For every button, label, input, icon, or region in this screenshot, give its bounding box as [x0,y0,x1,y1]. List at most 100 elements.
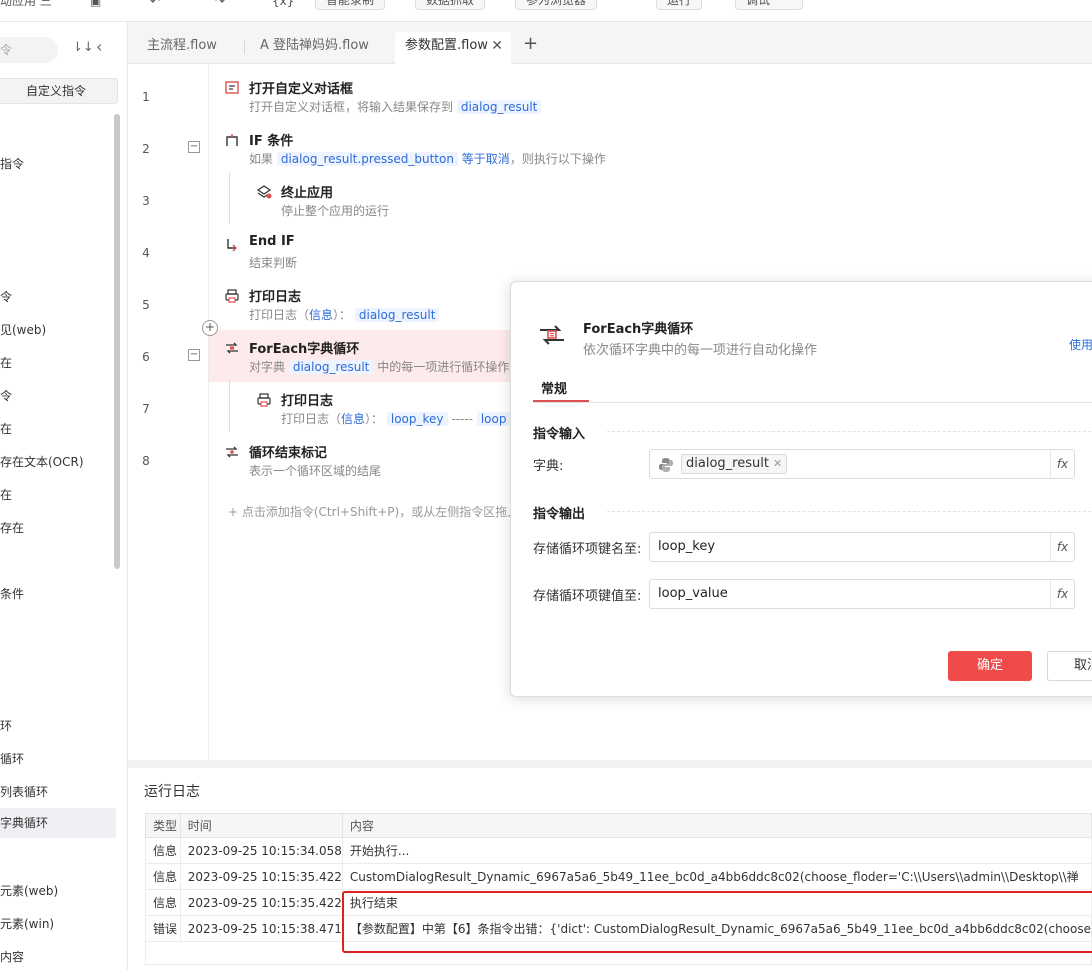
indent-guide [229,380,230,432]
fx-expression-icon[interactable]: fx [1050,450,1074,478]
command-item[interactable]: 元素(web) [0,882,58,899]
desc-text: ）： [333,308,352,322]
scrollbar[interactable] [114,114,120,569]
app-title-fragment: 动应用 三 [0,0,52,8]
command-item[interactable]: 列表循环 [0,783,48,800]
debug-button[interactable]: 调试 [735,0,803,10]
command-item[interactable]: 元素(win) [0,915,54,932]
desc-text: 打印日志（ [249,308,310,322]
desc-text: ）： [365,412,384,426]
command-title[interactable]: 打印日志 [281,390,333,409]
variable-tag[interactable]: dialog_result [354,308,440,322]
table-row[interactable]: 信息 2023-09-25 10:15:35.422 CustomDialogR… [145,863,1092,890]
variable-tag[interactable]: dialog_result [456,100,542,114]
command-item[interactable]: 指令 [0,155,24,172]
add-command-hint[interactable]: + 点击添加指令(Ctrl+Shift+P)，或从左侧指令区拖入 [228,503,519,520]
command-title[interactable]: 打印日志 [249,286,301,305]
command-item[interactable]: 令 [0,387,12,404]
command-item[interactable]: 环 [0,717,12,734]
foreach-config-dialog: ForEach字典循环 依次循环字典中的每一项进行自动化操作 使用 常规 指令输… [510,281,1092,697]
line-number: 1 [142,90,150,104]
python-icon [659,458,673,472]
redo-icon[interactable]: ↷ [215,0,225,12]
dict-label: 字典: [533,459,564,474]
column-header-time[interactable]: 时间 [179,813,343,838]
command-item[interactable]: 存在文本(OCR) [0,453,84,470]
command-item[interactable]: 在 [0,486,12,503]
variable-tag[interactable]: dialog_result.pressed_button [276,152,458,166]
column-header-type[interactable]: 类型 [145,813,181,838]
help-link[interactable]: 使用 [1069,336,1092,353]
variable-tag[interactable]: dialog_result [288,360,374,374]
command-item[interactable]: 在 [0,354,12,371]
tab-separator [244,40,245,54]
command-title[interactable]: 终止应用 [281,182,333,201]
tab-general[interactable]: 常规 [541,378,567,397]
file-tabs: 主流程.flow A 登陆禅妈妈.flow 参数配置.flow ✕ + [128,22,1092,64]
command-title[interactable]: End IF [249,234,295,249]
smart-record-button[interactable]: 智能录制 [315,0,386,10]
confirm-button[interactable]: 确定 [948,651,1032,681]
log-time: 2023-09-25 10:15:35.422 [179,863,343,890]
save-icon[interactable]: ▣ [90,0,101,12]
undo-icon[interactable]: ↶ [150,0,160,12]
command-title[interactable]: ForEach字典循环 [249,338,359,357]
command-desc: 停止整个应用的运行 [281,204,390,218]
add-command-icon[interactable]: + [202,320,218,336]
dict-input[interactable]: dialog_result ✕ fx [649,449,1075,479]
fold-toggle-icon[interactable]: − [188,349,200,361]
command-item[interactable]: 内容 [0,948,24,965]
fx-expression-icon[interactable]: fx [1050,580,1074,608]
line-number: 8 [142,454,150,468]
cancel-button[interactable]: 取消 [1047,651,1092,681]
sort-icon[interactable]: ⇂↓ [72,40,94,55]
variable-tag[interactable]: loop [476,412,511,426]
fold-toggle-icon[interactable]: − [188,141,200,153]
command-item[interactable]: 在 [0,420,12,437]
tab-main-flow[interactable]: 主流程.flow [147,34,217,64]
level-text: 信息 [341,412,366,426]
data-scrape-button[interactable]: 数据抓取 [415,0,486,10]
loop-key-value: loop_key [658,539,716,554]
command-item[interactable]: 循环 [0,750,24,767]
run-button[interactable]: 运行 [656,0,703,10]
command-item[interactable]: 令 [0,288,12,305]
level-text: 信息 [309,308,334,322]
command-item[interactable]: 见(web) [0,321,46,338]
add-tab-icon[interactable]: + [523,33,538,54]
dialog-icon [225,81,239,94]
line-number: 7 [142,402,150,416]
command-title[interactable]: 打开自定义对话框 [249,78,353,97]
loop-value-input[interactable]: loop_value fx [649,579,1075,609]
fx-expression-icon[interactable]: fx [1050,533,1074,561]
desc-text: ----- [451,412,473,426]
top-toolbar: 动应用 三 ▣ ↶ ↷ {x} 智能录制 数据抓取 参为浏览器 运行 调试 [0,0,1092,22]
command-title[interactable]: 循环结束标记 [249,442,327,461]
command-desc: 打开自定义对话框，将输入结果保存到 dialog_result [249,98,542,115]
custom-command-button[interactable]: 自定义指令 [0,78,118,104]
collapse-panel-icon[interactable]: ‹ [96,37,102,56]
tab-param-config-flow[interactable]: 参数配置.flow ✕ [395,32,511,64]
desc-text: 打开自定义对话框，将输入结果保存到 [249,100,454,114]
command-title[interactable]: IF 条件 [249,130,293,149]
output-section-title: 指令输出 [533,507,586,522]
browser-button[interactable]: 参为浏览器 [515,0,598,10]
desc-text: 打印日志（ [281,412,342,426]
loop-key-input[interactable]: loop_key fx [649,532,1075,562]
tab-login-flow[interactable]: A 登陆禅妈妈.flow [260,34,369,64]
remove-chip-icon[interactable]: ✕ [773,457,782,470]
command-panel: 令 ⇂↓ ‹ 自定义指令 指令 令 见(web) 在 令 在 存在文本(OCR)… [0,22,128,970]
input-section-title: 指令输入 [533,427,586,442]
command-item[interactable]: 存在 [0,519,24,536]
command-item-selected[interactable]: 字典循环 [0,808,116,838]
log-type: 错误 [145,915,181,942]
table-row[interactable]: 信息 2023-09-25 10:15:34.058 开始执行... [145,837,1092,864]
variable-icon[interactable]: {x} [272,0,294,12]
section-divider [607,511,1092,512]
column-header-content[interactable]: 内容 [341,813,1092,838]
command-item[interactable]: 条件 [0,585,24,602]
close-icon[interactable]: ✕ [491,32,503,60]
variable-chip[interactable]: dialog_result ✕ [681,454,788,474]
variable-tag[interactable]: loop_key [386,412,448,426]
command-search-input[interactable]: 令 [0,37,58,63]
